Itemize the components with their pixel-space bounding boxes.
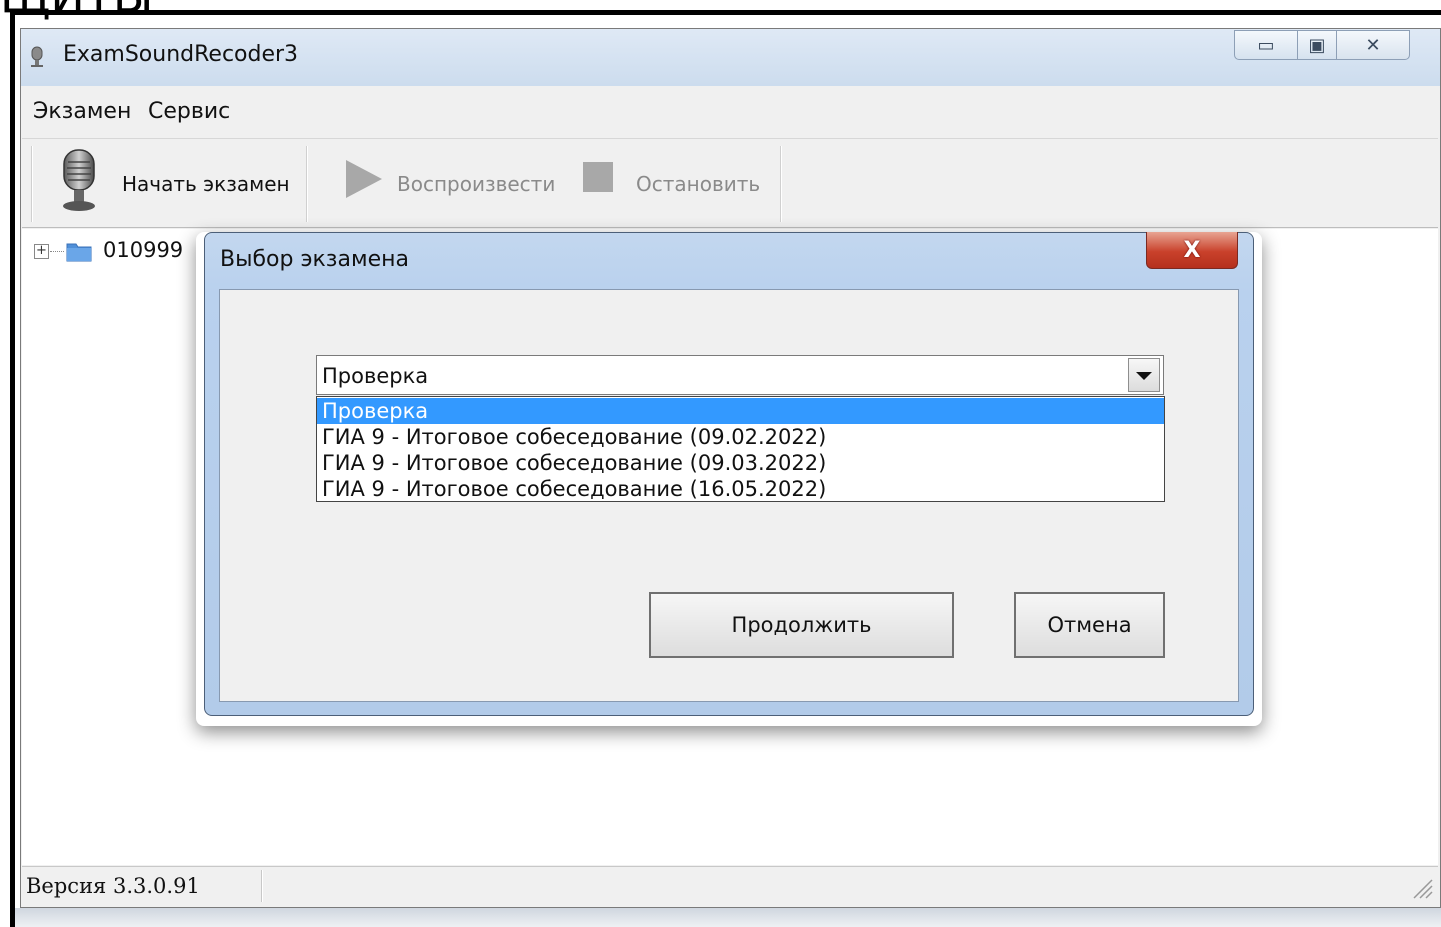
toolbar-separator bbox=[306, 146, 308, 222]
tree-item-label[interactable]: 010999 bbox=[103, 238, 183, 262]
continue-button[interactable]: Продолжить bbox=[649, 592, 954, 658]
taskbar-strip bbox=[15, 908, 1441, 927]
window-title: ExamSoundRecoder3 bbox=[63, 42, 299, 67]
crop-frame-top bbox=[10, 10, 1441, 15]
version-label: Версия 3.3.0.91 bbox=[26, 874, 200, 898]
toolbar-separator bbox=[31, 146, 33, 222]
start-exam-button[interactable]: Начать экзамен bbox=[122, 172, 290, 196]
minimize-button[interactable]: ▭ bbox=[1234, 30, 1298, 60]
toolbar-separator bbox=[780, 146, 782, 222]
play-icon bbox=[346, 160, 382, 198]
exam-option[interactable]: Проверка bbox=[317, 398, 1164, 424]
exam-select[interactable] bbox=[316, 355, 1164, 395]
microphone-icon[interactable] bbox=[56, 148, 102, 214]
stop-icon bbox=[583, 162, 613, 192]
chevron-down-icon bbox=[1136, 372, 1152, 380]
tree-connector bbox=[50, 251, 64, 252]
expand-icon[interactable]: + bbox=[34, 244, 49, 259]
exam-option[interactable]: ГИА 9 - Итоговое собеседование (09.03.20… bbox=[317, 450, 1164, 476]
dialog-close-button[interactable]: X bbox=[1146, 232, 1238, 269]
status-separator bbox=[261, 870, 263, 902]
close-window-button[interactable]: ✕ bbox=[1336, 30, 1410, 60]
play-button[interactable]: Воспроизвести bbox=[397, 172, 555, 196]
folder-icon bbox=[66, 243, 92, 262]
menu-item-service[interactable]: Сервис bbox=[148, 99, 230, 124]
resize-grip-icon[interactable] bbox=[1408, 874, 1434, 900]
cancel-button[interactable]: Отмена bbox=[1014, 592, 1165, 658]
exam-option[interactable]: ГИА 9 - Итоговое собеседование (09.02.20… bbox=[317, 424, 1164, 450]
crop-frame-left bbox=[10, 14, 15, 927]
microphone-icon bbox=[31, 46, 43, 67]
close-icon: ✕ bbox=[1365, 34, 1381, 56]
menu-bar bbox=[22, 87, 1438, 139]
stop-button[interactable]: Остановить bbox=[636, 172, 760, 196]
maximize-button[interactable]: ▣ bbox=[1297, 30, 1337, 60]
dialog-title: Выбор экзамена bbox=[220, 247, 409, 272]
menu-item-exam[interactable]: Экзамен bbox=[33, 99, 131, 124]
close-icon: X bbox=[1183, 237, 1201, 263]
status-bar bbox=[22, 866, 1438, 906]
maximize-icon: ▣ bbox=[1308, 34, 1326, 56]
exam-option[interactable]: ГИА 9 - Итоговое собеседование (16.05.20… bbox=[317, 476, 1164, 502]
minimize-icon: ▭ bbox=[1257, 34, 1275, 56]
exam-select-value: Проверка bbox=[322, 364, 429, 388]
